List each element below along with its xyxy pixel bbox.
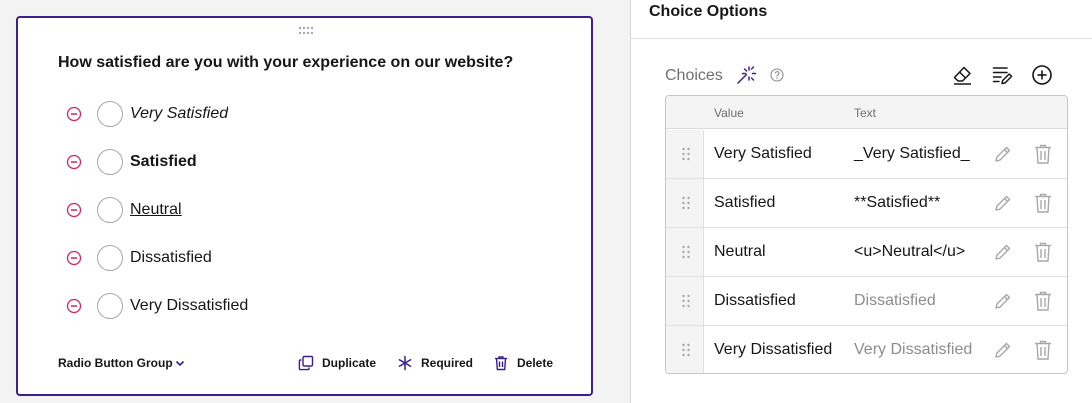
choices-label: Choices <box>665 67 723 84</box>
choice-text-cell[interactable]: _Very Satisfied_ <box>854 145 970 163</box>
minus-circle-icon[interactable] <box>66 154 82 170</box>
radio-button[interactable] <box>97 149 123 175</box>
drag-dots-icon <box>682 343 690 357</box>
trash-icon <box>495 356 507 371</box>
row-drag-handle[interactable] <box>666 179 704 227</box>
radio-button[interactable] <box>97 197 123 223</box>
minus-circle-icon[interactable] <box>66 202 82 218</box>
chevron-down-icon[interactable] <box>174 357 186 369</box>
radio-button[interactable] <box>97 293 123 319</box>
copy-icon <box>298 355 314 371</box>
duplicate-button[interactable]: Duplicate <box>298 354 376 372</box>
choice-label[interactable]: Very Dissatisfied <box>130 297 248 315</box>
table-row: Neutral <u>Neutral</u> <box>666 228 1067 277</box>
radio-button[interactable] <box>97 245 123 271</box>
choice-label[interactable]: Satisfied <box>130 153 197 171</box>
choice-value-cell[interactable]: Satisfied <box>714 194 775 212</box>
panel-title: Choice Options <box>649 3 768 20</box>
choice-item: Satisfied <box>66 148 386 176</box>
table-row: Very Dissatisfied Very Dissatisfied <box>666 326 1067 373</box>
pencil-icon[interactable] <box>993 340 1013 360</box>
table-header: Value Text <box>666 96 1067 129</box>
choice-item: Very Satisfied <box>66 100 386 128</box>
magic-wand-icon <box>737 66 757 84</box>
drag-dots-icon[interactable] <box>298 26 314 36</box>
duplicate-label: Duplicate <box>322 356 377 370</box>
row-drag-handle[interactable] <box>666 277 704 325</box>
minus-circle-icon[interactable] <box>66 298 82 314</box>
question-type-label[interactable]: Radio Button Group <box>58 356 173 370</box>
required-button[interactable]: Required <box>397 354 473 372</box>
pencil-icon[interactable] <box>993 291 1013 311</box>
choice-item: Very Dissatisfied <box>66 292 386 320</box>
pencil-icon[interactable] <box>993 242 1013 262</box>
choice-item: Neutral <box>66 196 386 224</box>
choice-value-cell[interactable]: Very Dissatisfied <box>714 341 832 359</box>
pencil-icon[interactable] <box>993 144 1013 164</box>
row-drag-handle[interactable] <box>666 326 704 373</box>
choice-label[interactable]: Very Satisfied <box>130 105 228 123</box>
trash-icon[interactable] <box>1033 143 1053 165</box>
required-label: Required <box>421 356 474 370</box>
clear-button[interactable] <box>951 64 973 86</box>
column-header-text: Text <box>854 106 877 120</box>
question-footer: Radio Button Group Duplicate Required De… <box>58 354 558 374</box>
radio-button[interactable] <box>97 101 123 127</box>
eraser-icon <box>953 66 971 85</box>
choice-label[interactable]: Dissatisfied <box>130 249 212 267</box>
properties-panel: Choice Options Choices Value Text Very S… <box>630 0 1092 403</box>
choice-text-cell[interactable]: Dissatisfied <box>854 292 936 310</box>
add-choice-button[interactable] <box>1031 64 1053 86</box>
asterisk-icon <box>398 355 412 371</box>
delete-button[interactable]: Delete <box>493 354 553 372</box>
choice-text-cell[interactable]: Very Dissatisfied <box>854 341 972 359</box>
edit-list-icon <box>992 67 1013 85</box>
form-canvas: How satisfied are you with your experien… <box>0 0 630 403</box>
choices-table: Value Text Very Satisfied _Very Satisfie… <box>665 95 1068 374</box>
help-button[interactable] <box>769 67 785 83</box>
minus-circle-icon[interactable] <box>66 106 82 122</box>
delete-label: Delete <box>517 356 554 370</box>
trash-icon[interactable] <box>1033 339 1053 361</box>
choice-item: Dissatisfied <box>66 244 386 272</box>
drag-dots-icon <box>682 196 690 210</box>
drag-dots-icon <box>682 294 690 308</box>
trash-icon[interactable] <box>1033 290 1053 312</box>
drag-dots-icon <box>682 245 690 259</box>
trash-icon[interactable] <box>1033 241 1053 263</box>
minus-circle-icon[interactable] <box>66 250 82 266</box>
bulk-edit-button[interactable] <box>991 64 1013 86</box>
table-row: Satisfied **Satisfied** <box>666 179 1067 228</box>
drag-dots-icon <box>682 147 690 161</box>
help-icon <box>770 68 784 82</box>
table-row: Very Satisfied _Very Satisfied_ <box>666 130 1067 179</box>
row-drag-handle[interactable] <box>666 130 704 178</box>
choice-value-cell[interactable]: Dissatisfied <box>714 292 796 310</box>
question-title[interactable]: How satisfied are you with your experien… <box>58 54 513 72</box>
magic-wand-button[interactable] <box>735 64 757 86</box>
choice-label[interactable]: Neutral <box>130 201 182 219</box>
pencil-icon[interactable] <box>993 193 1013 213</box>
choice-value-cell[interactable]: Very Satisfied <box>714 145 812 163</box>
choice-value-cell[interactable]: Neutral <box>714 243 766 261</box>
table-row: Dissatisfied Dissatisfied <box>666 277 1067 326</box>
plus-circle-icon <box>1032 65 1052 85</box>
divider <box>631 38 1092 39</box>
choice-text-cell[interactable]: <u>Neutral</u> <box>854 243 965 261</box>
column-header-value: Value <box>714 106 744 120</box>
row-drag-handle[interactable] <box>666 228 704 276</box>
trash-icon[interactable] <box>1033 192 1053 214</box>
question-card[interactable]: How satisfied are you with your experien… <box>16 16 593 396</box>
choice-text-cell[interactable]: **Satisfied** <box>854 194 940 212</box>
